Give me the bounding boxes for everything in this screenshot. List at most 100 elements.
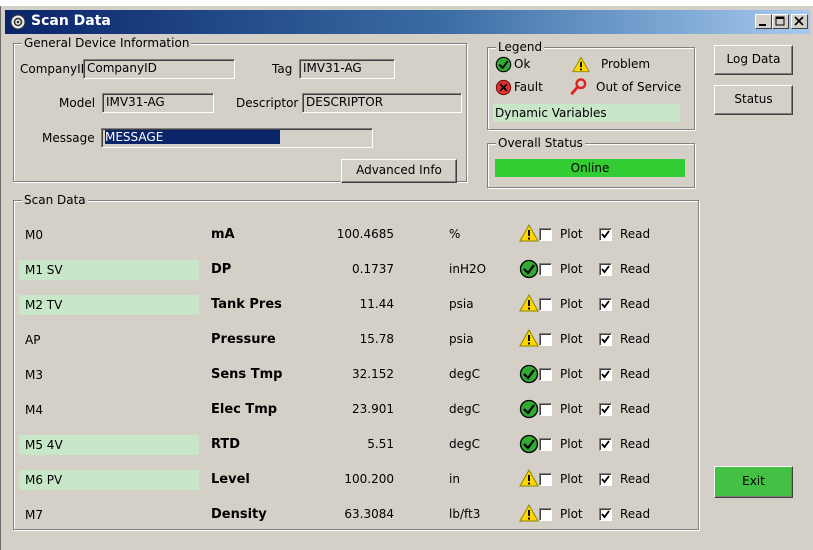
company-id-field[interactable]: CompanyID (83, 59, 235, 79)
row-value: 32.152 (352, 367, 394, 381)
check-icon (601, 510, 610, 519)
dynamic-variables-indicator: Dynamic Variables (493, 104, 680, 122)
overall-status-title: Overall Status (496, 136, 585, 150)
wrench-icon (570, 78, 587, 96)
read-label: Read (620, 227, 651, 241)
minimize-icon (759, 24, 766, 26)
read-label: Read (620, 367, 651, 381)
scan-data-title: Scan Data (22, 193, 88, 207)
row-tag: M4 (25, 403, 43, 417)
row-tag: M3 (25, 368, 43, 382)
exit-button[interactable]: Exit (714, 466, 793, 498)
read-label: Read (620, 437, 651, 451)
legend-problem-label: Problem (601, 57, 651, 71)
read-checkbox[interactable] (599, 508, 612, 521)
row-unit: % (449, 227, 461, 241)
row-name: Level (211, 472, 250, 487)
minimize-button[interactable] (755, 14, 772, 29)
read-checkbox[interactable] (599, 368, 612, 381)
plot-checkbox[interactable] (539, 298, 552, 311)
plot-checkbox[interactable] (539, 263, 552, 276)
fault-icon (495, 79, 512, 96)
title-bar[interactable]: Scan Data (5, 10, 810, 34)
legend-ok-label: Ok (514, 57, 531, 71)
problem-icon (519, 223, 541, 244)
legend-group: Legend Ok Problem Fault Out of Service D… (487, 40, 695, 130)
read-checkbox[interactable] (599, 228, 612, 241)
plot-checkbox[interactable] (539, 228, 552, 241)
read-checkbox[interactable] (599, 333, 612, 346)
read-label: Read (620, 507, 651, 521)
read-checkbox[interactable] (599, 403, 612, 416)
advanced-info-button[interactable]: Advanced Info (341, 159, 457, 183)
scan-data-group: Scan Data M0 mA 100.4685% Plot Read M1 SV DP 0.… (13, 193, 699, 530)
message-label: Message (42, 131, 95, 145)
read-checkbox[interactable] (599, 473, 612, 486)
check-icon (601, 265, 610, 274)
problem-icon (519, 328, 541, 349)
row-name: RTD (211, 437, 241, 452)
plot-checkbox[interactable] (539, 368, 552, 381)
legend-out-of-service-label: Out of Service (596, 80, 682, 94)
descriptor-label: Descriptor (236, 96, 299, 110)
window-title: Scan Data (31, 13, 111, 29)
row-unit: degC (449, 437, 480, 451)
problem-icon (519, 503, 541, 524)
row-name: DP (211, 262, 232, 277)
row-tag: M2 TV (19, 295, 199, 315)
close-button[interactable] (791, 14, 808, 29)
plot-checkbox[interactable] (539, 438, 552, 451)
row-tag: M0 (25, 228, 43, 242)
row-unit: psia (449, 297, 474, 311)
problem-icon (572, 56, 590, 73)
scan-data-window: Scan Data General Device Information Com… (0, 6, 813, 550)
general-device-info-title: General Device Information (22, 36, 192, 50)
row-name: Sens Tmp (211, 367, 283, 382)
plot-label: Plot (560, 262, 583, 276)
ok-icon (519, 364, 541, 384)
plot-checkbox[interactable] (539, 403, 552, 416)
general-device-info-group: General Device Information CompanyID Com… (13, 36, 467, 183)
overall-status-value: Online (495, 159, 685, 177)
ok-icon (519, 259, 541, 279)
check-icon (601, 405, 610, 414)
descriptor-field[interactable]: DESCRIPTOR (302, 93, 462, 113)
message-field[interactable]: MESSAGE (101, 128, 373, 148)
plot-checkbox[interactable] (539, 473, 552, 486)
row-tag: M7 (25, 508, 43, 522)
log-data-button[interactable]: Log Data (714, 45, 793, 75)
row-name: Pressure (211, 332, 276, 347)
check-icon (601, 440, 610, 449)
read-label: Read (620, 472, 651, 486)
plot-checkbox[interactable] (539, 508, 552, 521)
ok-icon (495, 56, 512, 73)
check-icon (601, 300, 610, 309)
plot-checkbox[interactable] (539, 333, 552, 346)
check-icon (601, 475, 610, 484)
company-id-label: CompanyID (20, 62, 90, 76)
plot-label: Plot (560, 437, 583, 451)
model-label: Model (59, 96, 96, 110)
read-checkbox[interactable] (599, 263, 612, 276)
read-label: Read (620, 402, 651, 416)
problem-icon (519, 293, 541, 314)
plot-label: Plot (560, 332, 583, 346)
status-button[interactable]: Status (714, 85, 793, 115)
exit-label: Exit (742, 474, 765, 488)
row-value: 5.51 (367, 437, 394, 451)
row-value: 100.4685 (336, 227, 394, 241)
row-tag: M6 PV (19, 470, 199, 490)
read-label: Read (620, 262, 651, 276)
read-label: Read (620, 332, 651, 346)
row-unit: degC (449, 402, 480, 416)
read-checkbox[interactable] (599, 438, 612, 451)
row-value: 23.901 (352, 402, 394, 416)
tag-field[interactable]: IMV31-AG (299, 59, 395, 79)
maximize-button[interactable] (772, 14, 789, 29)
app-icon (10, 14, 26, 30)
model-field[interactable]: IMV31-AG (102, 93, 214, 113)
ok-icon (519, 434, 541, 454)
row-unit: degC (449, 367, 480, 381)
row-name: Tank Pres (211, 297, 282, 312)
read-checkbox[interactable] (599, 298, 612, 311)
